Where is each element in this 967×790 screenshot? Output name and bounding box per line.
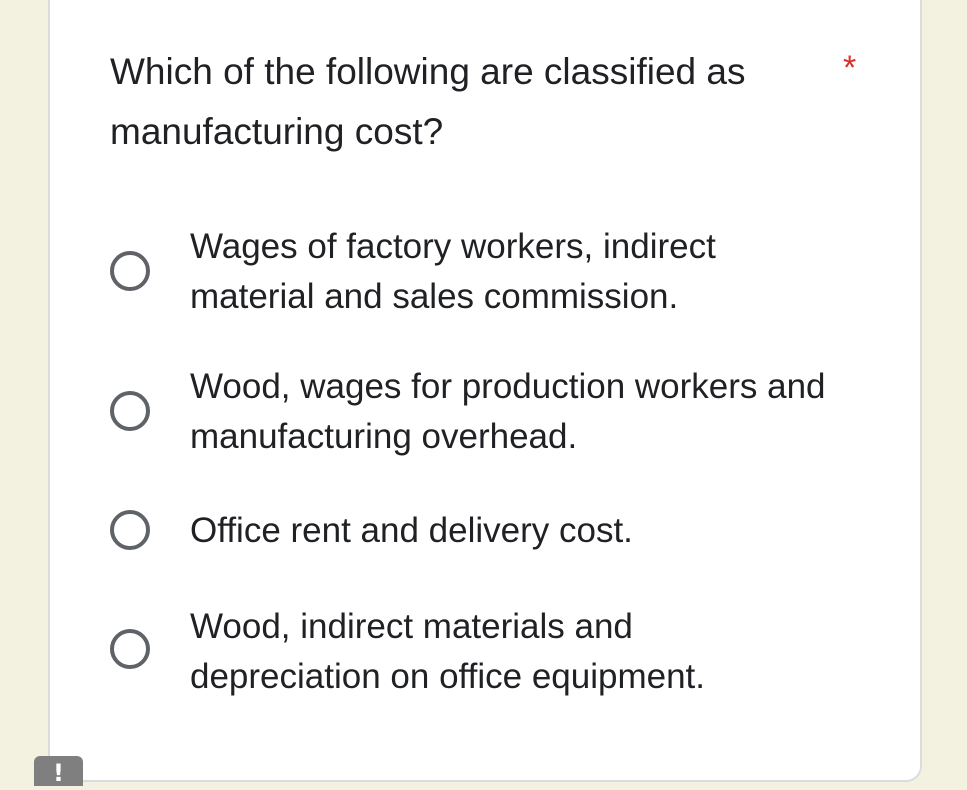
option-3[interactable]: Office rent and delivery cost. (108, 506, 868, 561)
required-asterisk: * (843, 49, 857, 87)
option-label: Wood, wages for production workers and m… (190, 367, 826, 456)
exclamation-icon[interactable]: ! (34, 756, 83, 787)
radio-button-icon[interactable] (110, 629, 150, 669)
option-label: Wood, indirect materials and depreciatio… (190, 607, 705, 696)
option-label: Wages of factory workers, indirect mater… (190, 227, 716, 316)
question-title: Which of the following are classified as… (110, 51, 746, 152)
option-4[interactable]: Wood, indirect materials and depreciatio… (108, 602, 868, 702)
radio-button-icon[interactable] (110, 251, 150, 291)
option-1[interactable]: Wages of factory workers, indirect mater… (108, 222, 868, 322)
option-label: Office rent and delivery cost. (190, 511, 633, 550)
radio-button-icon[interactable] (110, 510, 150, 550)
radio-button-icon[interactable] (110, 391, 150, 431)
option-2[interactable]: Wood, wages for production workers and m… (108, 362, 868, 462)
